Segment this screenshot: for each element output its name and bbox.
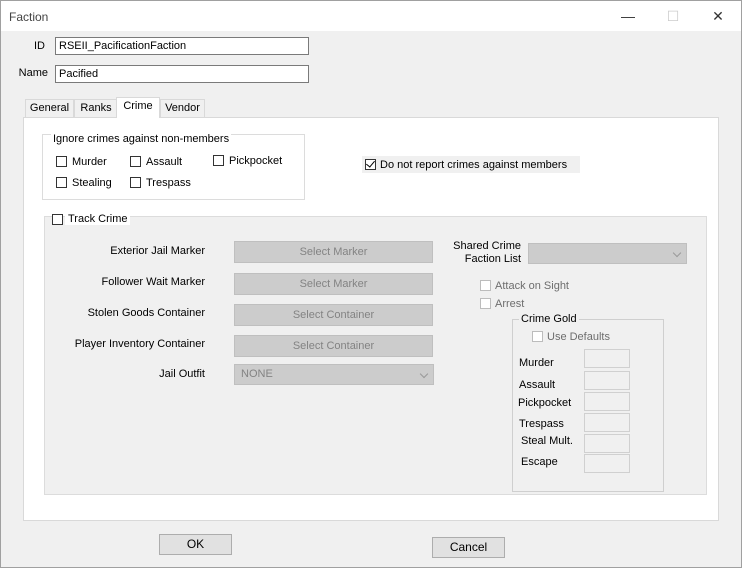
- stolen-goods-select-button[interactable]: Select Container: [234, 304, 433, 326]
- use-defaults-checkbox[interactable]: [532, 331, 543, 342]
- assault-checkbox[interactable]: [130, 156, 141, 167]
- name-input[interactable]: [55, 65, 309, 83]
- exterior-jail-select-button[interactable]: Select Marker: [234, 241, 433, 263]
- minimize-icon[interactable]: —: [613, 6, 643, 26]
- jail-outfit-dropdown[interactable]: NONE: [234, 364, 434, 385]
- track-crime-group: Track Crime Exterior Jail Marker Select …: [44, 213, 707, 495]
- gold-assault-input[interactable]: [584, 371, 630, 390]
- ignore-crimes-group: Ignore crimes against non-members Murder…: [42, 133, 305, 200]
- crime-gold-title: Crime Gold: [519, 313, 579, 325]
- gold-trespass-input[interactable]: [584, 413, 630, 432]
- exterior-jail-label: Exterior Jail Marker: [110, 245, 205, 257]
- do-not-report-checkbox[interactable]: [365, 158, 376, 170]
- tab-crime[interactable]: Crime: [116, 97, 160, 118]
- maximize-icon: ☐: [666, 8, 680, 24]
- gold-pickpocket-label: Pickpocket: [518, 397, 572, 409]
- gold-steal-mult-label: Steal Mult.: [521, 435, 573, 447]
- attack-on-sight-checkbox[interactable]: [480, 280, 491, 291]
- checkmark-icon: [366, 158, 375, 168]
- assault-label: Assault: [146, 156, 183, 168]
- pickpocket-checkbox[interactable]: [213, 155, 224, 166]
- stolen-goods-label: Stolen Goods Container: [87, 307, 205, 319]
- gold-trespass-label: Trespass: [519, 418, 564, 430]
- trespass-checkbox[interactable]: [130, 177, 141, 188]
- close-icon[interactable]: ✕: [703, 6, 733, 26]
- gold-escape-label: Escape: [521, 456, 558, 468]
- tab-general[interactable]: General: [25, 99, 74, 117]
- id-label: ID: [34, 40, 45, 52]
- follower-wait-select-button[interactable]: Select Marker: [234, 273, 433, 295]
- attack-on-sight-label: Attack on Sight: [495, 280, 569, 292]
- title-bar: Faction — ☐ ✕: [1, 1, 741, 31]
- track-crime-label: Track Crime: [65, 213, 131, 225]
- window-title: Faction: [9, 10, 49, 24]
- tab-ranks[interactable]: Ranks: [74, 99, 118, 117]
- do-not-report-row[interactable]: Do not report crimes against members: [362, 156, 580, 173]
- gold-pickpocket-input[interactable]: [584, 392, 630, 411]
- shared-crime-label-2: Faction List: [464, 253, 521, 265]
- gold-escape-input[interactable]: [584, 454, 630, 473]
- ok-button[interactable]: OK: [159, 534, 232, 555]
- chevron-down-icon: [419, 369, 429, 379]
- crime-tab-panel: Ignore crimes against non-members Murder…: [23, 117, 719, 521]
- track-crime-checkbox[interactable]: [52, 214, 63, 225]
- chevron-down-icon: [672, 248, 682, 258]
- jail-outfit-label: Jail Outfit: [159, 368, 205, 380]
- stealing-checkbox[interactable]: [56, 177, 67, 188]
- pickpocket-label: Pickpocket: [229, 155, 283, 167]
- shared-crime-faction-dropdown[interactable]: [528, 243, 687, 264]
- tab-vendor[interactable]: Vendor: [160, 99, 205, 117]
- arrest-label: Arrest: [495, 298, 525, 310]
- crime-gold-group: Crime Gold Use Defaults Murder Assault P…: [512, 313, 664, 492]
- gold-murder-label: Murder: [519, 357, 554, 369]
- player-inventory-select-button[interactable]: Select Container: [234, 335, 433, 357]
- name-label: Name: [18, 67, 48, 79]
- id-input[interactable]: [55, 37, 309, 55]
- cancel-button[interactable]: Cancel: [432, 537, 505, 558]
- stealing-label: Stealing: [72, 177, 112, 189]
- jail-outfit-value: NONE: [241, 368, 273, 380]
- use-defaults-label: Use Defaults: [547, 331, 610, 343]
- player-inventory-label: Player Inventory Container: [74, 338, 205, 350]
- arrest-checkbox[interactable]: [480, 298, 491, 309]
- ignore-crimes-title: Ignore crimes against non-members: [51, 133, 232, 145]
- murder-label: Murder: [72, 156, 107, 168]
- trespass-label: Trespass: [146, 177, 191, 189]
- shared-crime-label-1: Shared Crime: [453, 240, 521, 252]
- gold-murder-input[interactable]: [584, 349, 630, 368]
- gold-assault-label: Assault: [519, 379, 556, 391]
- do-not-report-label: Do not report crimes against members: [380, 159, 568, 171]
- gold-steal-mult-input[interactable]: [584, 434, 630, 453]
- faction-dialog: Faction — ☐ ✕ ID Name General Ranks Crim…: [0, 0, 742, 568]
- follower-wait-label: Follower Wait Marker: [101, 276, 206, 288]
- murder-checkbox[interactable]: [56, 156, 67, 167]
